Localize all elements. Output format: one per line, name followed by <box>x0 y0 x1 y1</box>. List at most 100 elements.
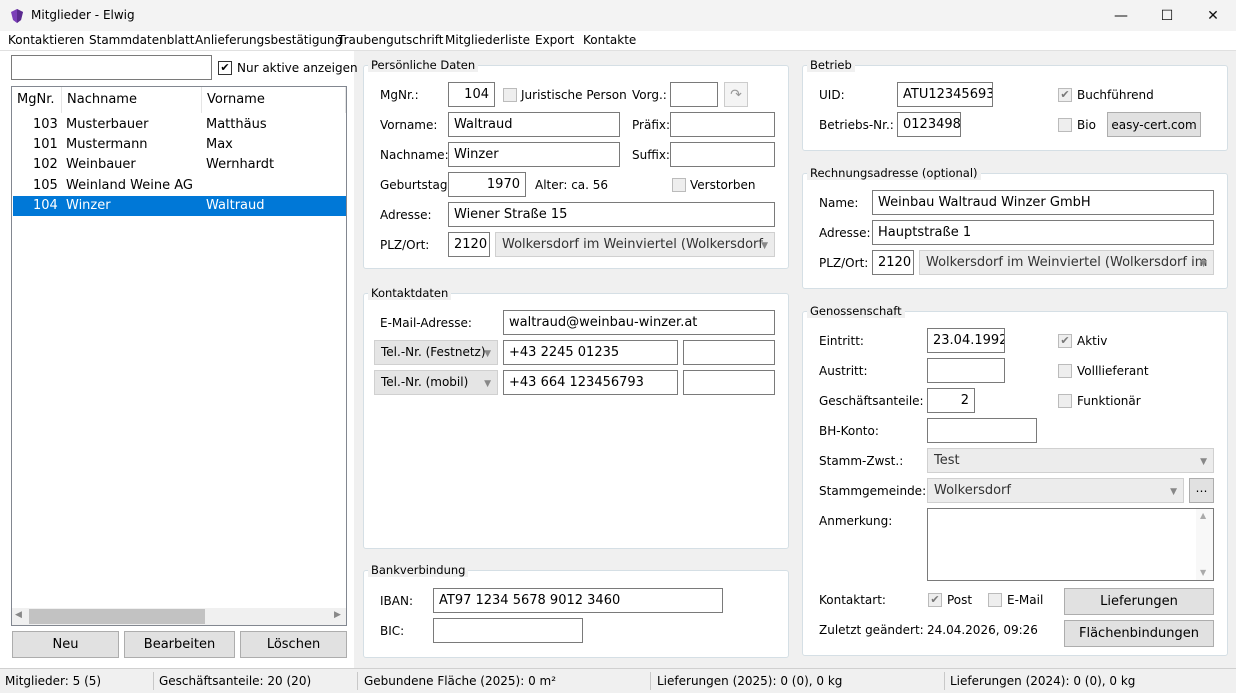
phone1-note-field[interactable] <box>683 340 775 365</box>
legal-person-label: Juristische Person <box>521 88 627 102</box>
phone2-note-field[interactable] <box>683 370 775 395</box>
search-input[interactable] <box>11 55 212 80</box>
community-label: Stammgemeinde: <box>819 484 927 498</box>
menu-kontaktieren[interactable]: Kontaktieren <box>8 33 84 47</box>
close-button[interactable]: ✕ <box>1190 0 1236 31</box>
member-table[interactable]: MgNr. Nachname Vorname 103 Musterbauer M… <box>11 86 347 626</box>
birthday-field[interactable]: 1970 <box>448 172 526 197</box>
area-commitments-button[interactable]: Flächenbindungen <box>1064 620 1214 647</box>
last-name-label: Nachname: <box>380 148 449 162</box>
delete-button[interactable]: Löschen <box>240 631 347 658</box>
table-row[interactable]: 103 Musterbauer Matthäus <box>13 115 346 135</box>
new-button[interactable]: Neu <box>12 631 119 658</box>
cell-mgnr: 104 <box>33 198 58 213</box>
vorg-field[interactable] <box>670 82 718 107</box>
phone1-field[interactable]: +43 2245 01235 <box>503 340 678 365</box>
edit-button[interactable]: Bearbeiten <box>124 631 235 658</box>
status-separator <box>944 672 945 690</box>
deceased-checkbox[interactable] <box>672 178 686 192</box>
bh-account-field[interactable] <box>927 418 1037 443</box>
scroll-up-icon[interactable]: ▲ <box>1200 511 1206 520</box>
cell-mgnr: 102 <box>33 157 58 172</box>
post-label: Post <box>947 593 973 607</box>
phone2-field[interactable]: +43 664 123456793 <box>503 370 678 395</box>
menu-traubengutschrift[interactable]: Traubengutschrift <box>338 33 443 47</box>
redo-icon[interactable]: ↷ <box>724 82 748 107</box>
table-row[interactable]: 105 Weinland Weine AG <box>13 176 346 196</box>
exit-field[interactable] <box>927 358 1005 383</box>
email-contact-checkbox[interactable] <box>988 593 1002 607</box>
iban-field[interactable]: AT97 1234 5678 9012 3460 <box>433 588 723 613</box>
cell-mgnr: 101 <box>33 137 58 152</box>
contact-data-title: Kontaktdaten <box>368 286 452 300</box>
maximize-button[interactable]: ☐ <box>1144 0 1190 31</box>
only-active-checkbox[interactable]: ✔ <box>218 61 232 75</box>
last-name-field[interactable]: Winzer <box>448 142 620 167</box>
bank-group <box>363 570 789 658</box>
functionary-checkbox[interactable] <box>1058 394 1072 408</box>
billing-name-field[interactable]: Weinbau Waltraud Winzer GmbH <box>872 190 1214 215</box>
menu-kontakte[interactable]: Kontakte <box>583 33 636 47</box>
community-select[interactable]: Wolkersdorf ▼ <box>927 478 1184 503</box>
scroll-down-icon[interactable]: ▼ <box>1200 568 1206 577</box>
column-header-mgnr[interactable]: MgNr. <box>12 87 62 113</box>
email-field[interactable]: waltraud@weinbau-winzer.at <box>503 310 775 335</box>
menu-mitgliederliste[interactable]: Mitgliederliste <box>445 33 530 47</box>
menu-stammdatenblatt[interactable]: Stammdatenblatt <box>89 33 194 47</box>
easy-cert-button[interactable]: easy-cert.com <box>1107 112 1201 137</box>
status-shares: Geschäftsanteile: 20 (20) <box>159 674 312 688</box>
scroll-left-icon[interactable]: ◀ <box>15 610 22 620</box>
column-header-nachname[interactable]: Nachname <box>62 87 202 113</box>
note-label: Anmerkung: <box>819 514 893 528</box>
prefix-field[interactable] <box>670 112 775 137</box>
branch-select[interactable]: Test ▼ <box>927 448 1214 473</box>
post-checkbox[interactable]: ✔ <box>928 593 942 607</box>
coop-title: Genossenschaft <box>807 304 905 318</box>
entry-field[interactable]: 23.04.1992 <box>927 328 1005 353</box>
note-scrollbar[interactable]: ▲ ▼ <box>1196 509 1213 580</box>
business-group <box>802 65 1228 151</box>
table-row[interactable]: 101 Mustermann Max <box>13 135 346 155</box>
branch-label: Stamm-Zwst.: <box>819 454 904 468</box>
menu-anlieferungsbestaetigung[interactable]: Anlieferungsbestätigung <box>195 33 342 47</box>
phone1-type-select[interactable]: Tel.-Nr. (Festnetz) ▼ <box>374 340 498 365</box>
billing-title: Rechnungsadresse (optional) <box>807 166 981 180</box>
mgnr-field[interactable]: 104 <box>448 82 495 107</box>
billing-address-field[interactable]: Hauptstraße 1 <box>872 220 1214 245</box>
column-header-vorname[interactable]: Vorname <box>202 87 346 113</box>
plz-field[interactable]: 2120 <box>448 232 490 257</box>
menu-export[interactable]: Export <box>535 33 574 47</box>
billing-city-select[interactable]: Wolkersdorf im Weinviertel (Wolkersdorf … <box>919 250 1214 275</box>
functionary-label: Funktionär <box>1077 394 1141 408</box>
address-field[interactable]: Wiener Straße 15 <box>448 202 775 227</box>
phone2-type-select[interactable]: Tel.-Nr. (mobil) ▼ <box>374 370 498 395</box>
shares-field[interactable]: 2 <box>927 388 975 413</box>
bic-field[interactable] <box>433 618 583 643</box>
address-label: Adresse: <box>380 208 432 222</box>
legal-person-checkbox[interactable] <box>503 88 517 102</box>
uid-field[interactable]: ATU12345693 <box>897 82 993 107</box>
status-separator <box>650 672 651 690</box>
table-row[interactable]: 102 Weinbauer Wernhardt <box>13 155 346 175</box>
scroll-right-icon[interactable]: ▶ <box>334 610 341 620</box>
suffix-field[interactable] <box>670 142 775 167</box>
horizontal-scrollbar[interactable]: ◀ ▶ <box>12 608 346 625</box>
active-checkbox[interactable]: ✔ <box>1058 334 1072 348</box>
more-options-button[interactable]: ⋯ <box>1189 478 1214 503</box>
business-nr-field[interactable]: 0123498 <box>897 112 961 137</box>
billing-plz-field[interactable]: 2120 <box>872 250 914 275</box>
scroll-thumb[interactable] <box>29 609 205 624</box>
first-name-field[interactable]: Waltraud <box>448 112 620 137</box>
last-changed-label: Zuletzt geändert: <box>819 623 924 637</box>
status-deliveries-2024: Lieferungen (2024): 0 (0), 0 kg <box>950 674 1136 688</box>
entry-label: Eintritt: <box>819 334 864 348</box>
bookkeeping-checkbox[interactable]: ✔ <box>1058 88 1072 102</box>
table-row-selected[interactable]: 104 Winzer Waltraud <box>13 196 346 216</box>
minimize-button[interactable]: — <box>1098 0 1144 31</box>
note-textarea[interactable] <box>927 508 1214 581</box>
full-supplier-checkbox[interactable] <box>1058 364 1072 378</box>
city-select[interactable]: Wolkersdorf im Weinviertel (Wolkersdorf … <box>495 232 775 257</box>
status-members: Mitglieder: 5 (5) <box>5 674 102 688</box>
bio-checkbox[interactable] <box>1058 118 1072 132</box>
deliveries-button[interactable]: Lieferungen <box>1064 588 1214 615</box>
